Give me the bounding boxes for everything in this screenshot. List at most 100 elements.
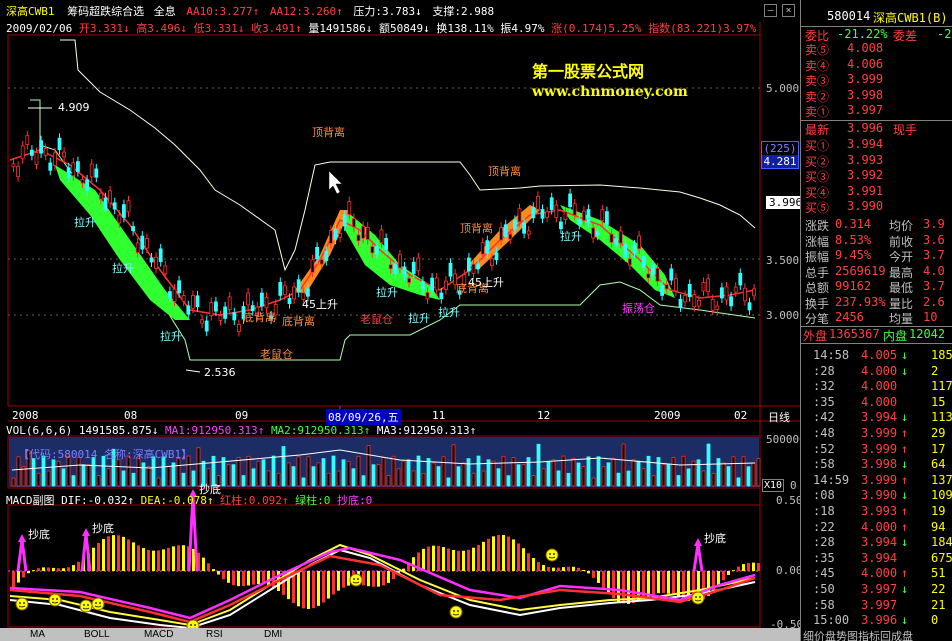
lashen-label: 拉升 bbox=[160, 329, 182, 343]
vol-bar bbox=[521, 464, 526, 487]
tick-row[interactable]: :42 3.994 ↓ 113 bbox=[801, 410, 952, 425]
macd-bar bbox=[757, 563, 760, 571]
macd-bar bbox=[332, 571, 335, 595]
ask-row[interactable]: 卖④ 4.006 bbox=[801, 57, 952, 73]
bid-row[interactable]: 买④ 3.991 bbox=[801, 184, 952, 200]
tick-row[interactable]: :22 4.000 ↑ 94 bbox=[801, 520, 952, 535]
macd-bar bbox=[122, 536, 125, 571]
stat-row[interactable]: 总手 2569619 最高 4.0 bbox=[801, 264, 952, 280]
candle-body bbox=[80, 179, 85, 184]
tab-boll[interactable]: BOLL bbox=[84, 629, 110, 641]
stat-row[interactable]: 涨幅 8.53% 前收 3.6 bbox=[801, 233, 952, 249]
candle-body bbox=[637, 235, 641, 250]
bar-amplitude: 振4.97% bbox=[500, 22, 545, 35]
stat-row[interactable]: 振幅 9.45% 今开 3.7 bbox=[801, 248, 952, 264]
ask-row[interactable]: 卖③ 3.999 bbox=[801, 72, 952, 88]
tick-row[interactable]: 14:59 3.999 ↑ 137 bbox=[801, 473, 952, 488]
candle-body bbox=[167, 291, 172, 299]
tick-row[interactable]: :50 3.997 ↓ 22 bbox=[801, 582, 952, 597]
tick-row[interactable]: :28 3.994 ↓ 184 bbox=[801, 535, 952, 550]
macd-bar bbox=[617, 571, 620, 602]
bid-price: 3.992 bbox=[847, 168, 884, 182]
close-icon[interactable]: × bbox=[782, 4, 795, 17]
panel-footer-text[interactable]: 细价盘势图指标回成盘 bbox=[803, 628, 913, 641]
tick-row[interactable]: :58 3.998 ↓ 64 bbox=[801, 457, 952, 472]
macd-bar bbox=[382, 571, 385, 586]
period-label[interactable]: 日线 bbox=[768, 409, 790, 425]
indicator-name[interactable]: 筹码超跌综合选 bbox=[67, 5, 144, 18]
stat-row[interactable]: 总额 99162 最低 3.7 bbox=[801, 279, 952, 295]
stat-row[interactable]: 分笔 2456 均量 10 bbox=[801, 310, 952, 326]
tick-row[interactable]: :28 4.000 ↓ 2 bbox=[801, 364, 952, 379]
vol-bar bbox=[511, 457, 516, 487]
tab-macd[interactable]: MACD bbox=[144, 629, 173, 641]
stat-label: 总手 bbox=[805, 265, 830, 280]
view-mode[interactable]: 全息 bbox=[154, 5, 176, 18]
tick-row[interactable]: :58 3.997 21 bbox=[801, 598, 952, 613]
smiley-eye bbox=[549, 553, 551, 555]
macd-bar bbox=[602, 571, 605, 589]
di-label-2: 底背离 bbox=[282, 314, 315, 328]
tick-row[interactable]: 14:58 4.005 ↓ 185 bbox=[801, 348, 952, 363]
candle-body bbox=[342, 214, 347, 227]
tick-row[interactable]: :35 3.994 675 bbox=[801, 551, 952, 566]
tick-row[interactable]: :08 3.990 ↓ 109 bbox=[801, 488, 952, 503]
macd-bar bbox=[422, 548, 425, 571]
ask-row[interactable]: 卖① 3.997 bbox=[801, 103, 952, 119]
tick-price: 3.997 bbox=[861, 597, 898, 612]
stat-label: 涨幅 bbox=[805, 234, 830, 249]
ding-label-1: 顶背离 bbox=[312, 125, 345, 139]
bid-row[interactable]: 买② 3.993 bbox=[801, 153, 952, 169]
tick-row[interactable]: :45 4.000 ↑ 51 bbox=[801, 566, 952, 581]
up45b-label: 45上升 bbox=[468, 276, 504, 289]
tick-direction: ↓ bbox=[901, 488, 909, 503]
candle-body bbox=[563, 211, 568, 220]
tab-ma[interactable]: MA bbox=[30, 629, 45, 641]
candle-body bbox=[34, 152, 39, 165]
candle-body bbox=[365, 226, 370, 240]
macd-bar bbox=[442, 547, 445, 571]
tick-row[interactable]: :18 3.993 ↑ 19 bbox=[801, 504, 952, 519]
vol-bar bbox=[641, 468, 646, 487]
candle-body bbox=[646, 273, 651, 279]
stat-row[interactable]: 换手 237.93% 量比 2.6 bbox=[801, 295, 952, 311]
macd-bar bbox=[672, 571, 675, 596]
vol-bar bbox=[411, 470, 416, 487]
tick-row[interactable]: 15:00 3.996 ↓ 0 bbox=[801, 613, 952, 628]
macd-bar bbox=[322, 571, 325, 603]
candle-body bbox=[499, 227, 504, 241]
macd-bar bbox=[647, 571, 650, 597]
tick-row[interactable]: :35 4.000 15 bbox=[801, 395, 952, 410]
vol-bar bbox=[406, 459, 411, 487]
tab-dmi[interactable]: DMI bbox=[264, 629, 282, 641]
bar-open: 开3.331↓ bbox=[78, 22, 130, 35]
price-tick-3000: 3.000 bbox=[766, 309, 800, 322]
minimize-icon[interactable]: – bbox=[764, 4, 777, 17]
vol-bar bbox=[741, 456, 746, 487]
vol-bar bbox=[721, 462, 726, 487]
vol-bar bbox=[681, 455, 686, 487]
macd-bar bbox=[147, 549, 150, 571]
chaodi-arrow-icon bbox=[694, 538, 702, 546]
tab-rsi[interactable]: RSI bbox=[206, 629, 223, 641]
stat-value: 0.314 bbox=[835, 217, 872, 231]
tick-volume: 21 bbox=[931, 597, 946, 612]
stock-code[interactable]: 深高CWB1 bbox=[6, 5, 55, 18]
ask-row[interactable]: 卖② 3.998 bbox=[801, 88, 952, 104]
di-label-1: 底背离 bbox=[243, 310, 276, 324]
bid-row[interactable]: 买① 3.994 bbox=[801, 137, 952, 153]
ask-row[interactable]: 卖⑤ 4.008 bbox=[801, 41, 952, 57]
tick-row[interactable]: :32 4.000 117 bbox=[801, 379, 952, 394]
vol-bar bbox=[311, 466, 316, 487]
chaodi-arrow-icon bbox=[82, 528, 90, 536]
tick-row[interactable]: :52 3.999 ↑ 17 bbox=[801, 442, 952, 457]
date-2008: 2008 bbox=[12, 409, 39, 422]
bid-row[interactable]: 买③ 3.992 bbox=[801, 168, 952, 184]
candle-body bbox=[568, 193, 572, 208]
stat-row[interactable]: 涨跌 0.314 均价 3.9 bbox=[801, 217, 952, 233]
macd-bar bbox=[142, 548, 145, 571]
tick-row[interactable]: :48 3.999 ↑ 29 bbox=[801, 426, 952, 441]
tick-direction: ↓ bbox=[901, 535, 909, 550]
bid-label: 买⑤ bbox=[805, 201, 830, 215]
bid-row[interactable]: 买⑤ 3.990 bbox=[801, 199, 952, 215]
